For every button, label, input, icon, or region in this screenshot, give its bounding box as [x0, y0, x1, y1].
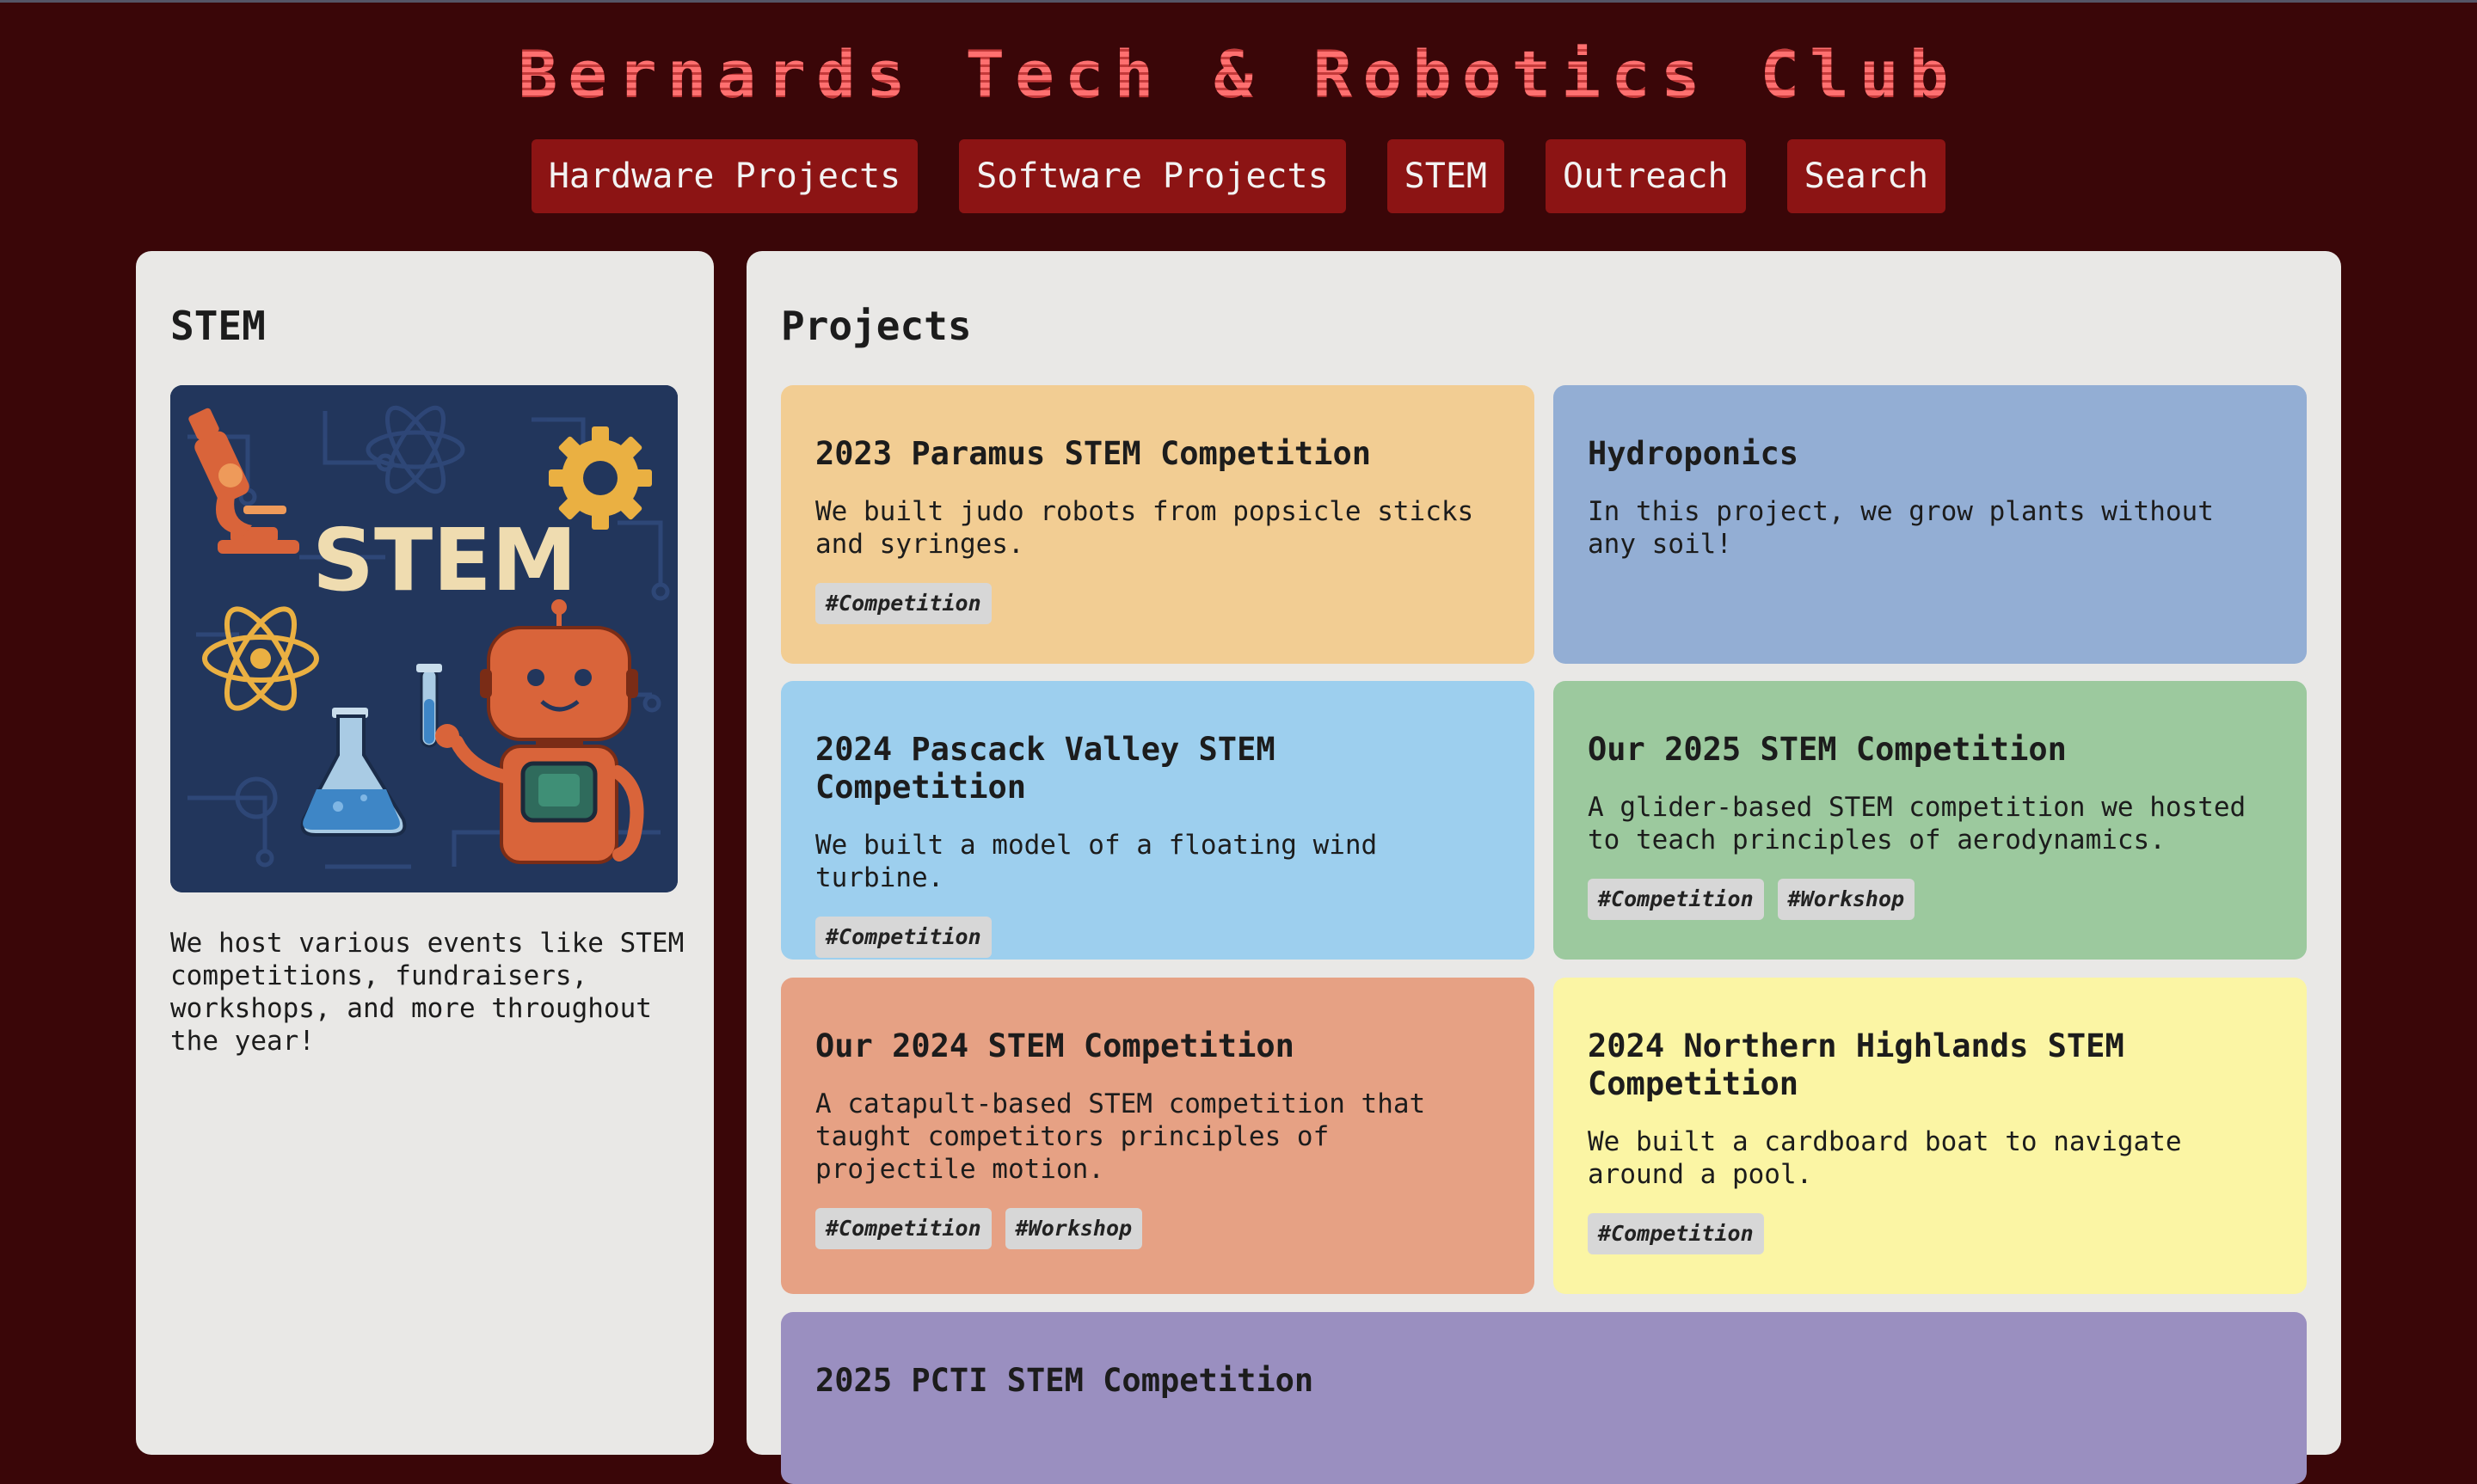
project-description: A catapult-based STEM competition that t… — [815, 1088, 1426, 1185]
main-nav: Hardware Projects Software Projects STEM… — [0, 139, 2477, 215]
project-card[interactable]: 2025 PCTI STEM Competition — [781, 1312, 2307, 1484]
tag-workshop[interactable]: #Workshop — [1777, 879, 1915, 920]
tag-competition[interactable]: #Competition — [1588, 1213, 1764, 1254]
nav-hardware-projects[interactable]: Hardware Projects — [531, 139, 919, 213]
top-border — [0, 0, 2477, 3]
project-description: A glider-based STEM competition we hoste… — [1588, 792, 2247, 855]
tag-list: #Competition — [815, 583, 1500, 624]
nav-outreach[interactable]: Outreach — [1545, 139, 1746, 213]
site-title[interactable]: Bernards Tech & Robotics Club — [0, 36, 2477, 113]
tag-list: #Competition — [815, 917, 1500, 958]
nav-software-projects[interactable]: Software Projects — [959, 139, 1346, 213]
project-title[interactable]: 2023 Paramus STEM Competition — [815, 435, 1500, 473]
sidebar-panel: STEM STEM We host various events like ST… — [136, 251, 714, 1455]
nav-stem[interactable]: STEM — [1386, 139, 1504, 213]
tag-workshop[interactable]: #Workshop — [1005, 1208, 1143, 1249]
project-card[interactable]: 2023 Paramus STEM Competition We built j… — [781, 385, 1534, 664]
project-card[interactable]: Hydroponics In this project, we grow pla… — [1553, 385, 2307, 664]
tag-competition[interactable]: #Competition — [1588, 879, 1764, 920]
nav-search[interactable]: Search — [1786, 139, 1946, 213]
tag-competition[interactable]: #Competition — [815, 917, 992, 958]
tag-competition[interactable]: #Competition — [815, 1208, 992, 1249]
project-description: We built a model of a floating wind turb… — [815, 830, 1378, 893]
projects-heading: Projects — [781, 303, 972, 349]
project-title[interactable]: 2024 Pascack Valley STEM Competition — [815, 731, 1500, 806]
sidebar-description: We host various events like STEM competi… — [170, 928, 700, 1057]
tag-list: #Competition #Workshop — [815, 1208, 1500, 1249]
project-title[interactable]: Our 2024 STEM Competition — [815, 1027, 1500, 1065]
tag-competition[interactable]: #Competition — [815, 583, 992, 624]
project-card[interactable]: Our 2024 STEM Competition A catapult-bas… — [781, 978, 1534, 1294]
project-card[interactable]: 2024 Pascack Valley STEM Competition We … — [781, 681, 1534, 960]
sidebar-heading: STEM — [170, 303, 266, 349]
project-title[interactable]: 2025 PCTI STEM Competition — [815, 1362, 2272, 1400]
project-title[interactable]: Hydroponics — [1588, 435, 2272, 473]
project-card[interactable]: 2024 Northern Highlands STEM Competition… — [1553, 978, 2307, 1294]
stem-illustration: STEM — [170, 385, 678, 892]
tag-list: #Competition #Workshop — [1588, 879, 2272, 920]
project-title[interactable]: Our 2025 STEM Competition — [1588, 731, 2272, 769]
project-title[interactable]: 2024 Northern Highlands STEM Competition — [1588, 1027, 2272, 1103]
project-description: We built judo robots from popsicle stick… — [815, 496, 1474, 560]
project-description: In this project, we grow plants without … — [1588, 496, 2214, 560]
tag-list: #Competition — [1588, 1213, 2272, 1254]
project-description: We built a cardboard boat to navigate ar… — [1588, 1126, 2182, 1190]
project-card[interactable]: Our 2025 STEM Competition A glider-based… — [1553, 681, 2307, 960]
projects-panel: Projects 2023 Paramus STEM Competition W… — [747, 251, 2341, 1484]
stem-image-text: STEM — [312, 510, 577, 610]
